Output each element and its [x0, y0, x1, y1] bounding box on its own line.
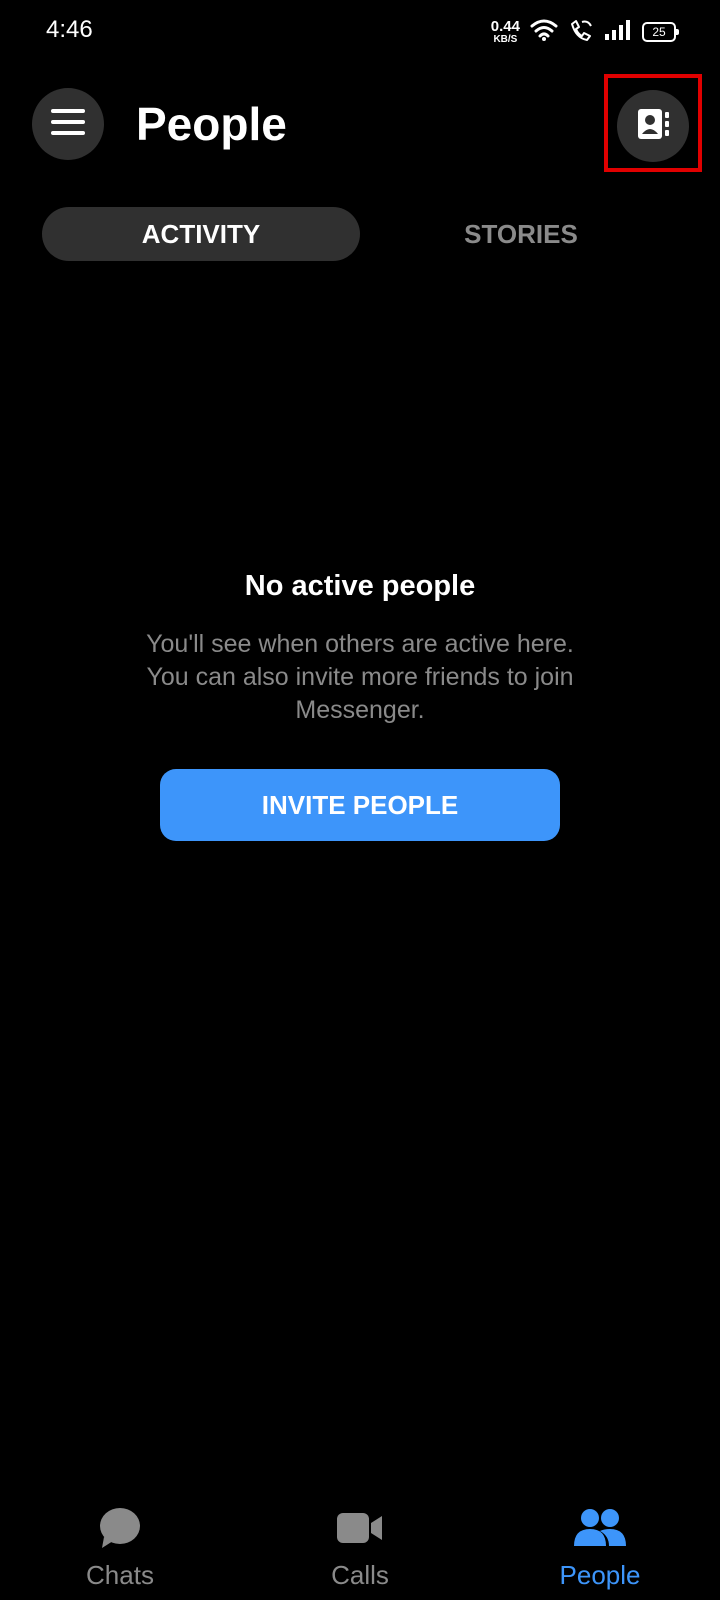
nav-item-people[interactable]: People — [500, 1504, 700, 1594]
tab-stories[interactable]: STORIES — [362, 207, 680, 261]
nav-item-calls[interactable]: Calls — [260, 1504, 460, 1594]
tab-activity[interactable]: ACTIVITY — [42, 207, 360, 261]
network-speed-unit: KB/S — [493, 34, 518, 45]
menu-button[interactable] — [32, 88, 104, 160]
page-title: People — [136, 98, 287, 150]
network-speed-value: 0.44 — [490, 18, 520, 35]
status-bar: 4:46 0.44 KB/S 25 — [0, 0, 720, 64]
empty-state-description: You'll see when others are active here. … — [146, 630, 574, 724]
nav-label-people: People — [559, 1560, 641, 1590]
nav-label-chats: Chats — [86, 1560, 154, 1590]
highlight-box — [604, 74, 702, 172]
network-speed: 0.44 KB/S — [491, 19, 520, 45]
status-time: 4:46 — [46, 16, 93, 43]
nav-label-calls: Calls — [331, 1560, 389, 1590]
empty-state-title: No active people — [244, 570, 476, 602]
wifi-calling-icon — [568, 18, 594, 47]
hamburger-menu-icon — [51, 108, 85, 140]
wifi-icon — [530, 18, 558, 47]
cell-signal-icon — [604, 19, 632, 46]
nav-item-chats[interactable]: Chats — [20, 1504, 220, 1594]
battery-level: 25 — [652, 25, 666, 39]
battery-icon: 25 — [642, 22, 679, 42]
video-camera-icon — [336, 1504, 384, 1552]
chat-bubble-icon — [98, 1504, 142, 1552]
invite-people-button[interactable]: INVITE PEOPLE — [160, 769, 560, 841]
people-icon — [573, 1504, 627, 1552]
status-icons: 0.44 KB/S 25 — [491, 14, 679, 50]
